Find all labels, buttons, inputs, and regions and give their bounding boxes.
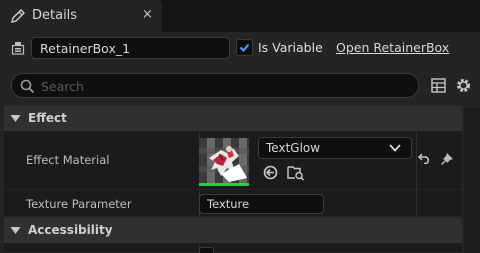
section-title: Effect	[28, 111, 67, 125]
pin-icon[interactable]	[439, 151, 455, 167]
section-effect[interactable]: Effect	[4, 106, 462, 131]
accessibility-checkbox[interactable]	[199, 247, 214, 253]
section-accessibility[interactable]: Accessibility	[4, 218, 462, 243]
chevron-down-icon	[10, 227, 21, 234]
texture-parameter-input[interactable]: Texture	[199, 194, 324, 214]
scrollbar[interactable]	[464, 108, 480, 253]
column-splitter	[416, 190, 417, 216]
search-placeholder: Search	[41, 79, 84, 94]
material-preview-image	[199, 138, 249, 183]
tab-bar: Details ×	[0, 0, 480, 32]
reset-to-default-icon[interactable]	[418, 153, 431, 164]
section-title: Accessibility	[28, 223, 113, 237]
open-retainerbox-link[interactable]: Open RetainerBox	[336, 40, 449, 55]
is-variable-checkbox[interactable]	[236, 39, 253, 56]
pencil-icon	[11, 9, 25, 23]
chevron-down-icon	[389, 144, 401, 152]
texture-parameter-label: Texture Parameter	[26, 197, 132, 211]
tab-title: Details	[32, 8, 78, 23]
chevron-down-icon	[10, 115, 21, 122]
gear-icon[interactable]	[455, 77, 472, 94]
effect-material-label: Effect Material	[26, 153, 110, 167]
column-splitter	[416, 131, 417, 189]
table-view-icon[interactable]	[431, 78, 446, 93]
close-icon[interactable]: ×	[142, 7, 153, 22]
browse-asset-icon[interactable]	[287, 164, 305, 181]
effect-material-dropdown[interactable]: TextGlow	[258, 137, 412, 159]
widget-icon	[11, 42, 25, 55]
widget-name-input[interactable]: RetainerBox_1	[31, 37, 230, 59]
checkmark-icon	[239, 43, 250, 52]
search-input[interactable]: Search	[11, 73, 419, 98]
tab-details[interactable]: Details ×	[0, 0, 162, 32]
search-icon	[20, 79, 35, 94]
is-variable-label: Is Variable	[258, 40, 323, 55]
dropdown-value: TextGlow	[266, 141, 321, 155]
material-thumbnail[interactable]	[199, 138, 249, 186]
accessibility-row	[4, 243, 462, 253]
thumbnail-accent-bar	[199, 183, 249, 186]
use-selected-asset-icon[interactable]	[263, 165, 278, 180]
